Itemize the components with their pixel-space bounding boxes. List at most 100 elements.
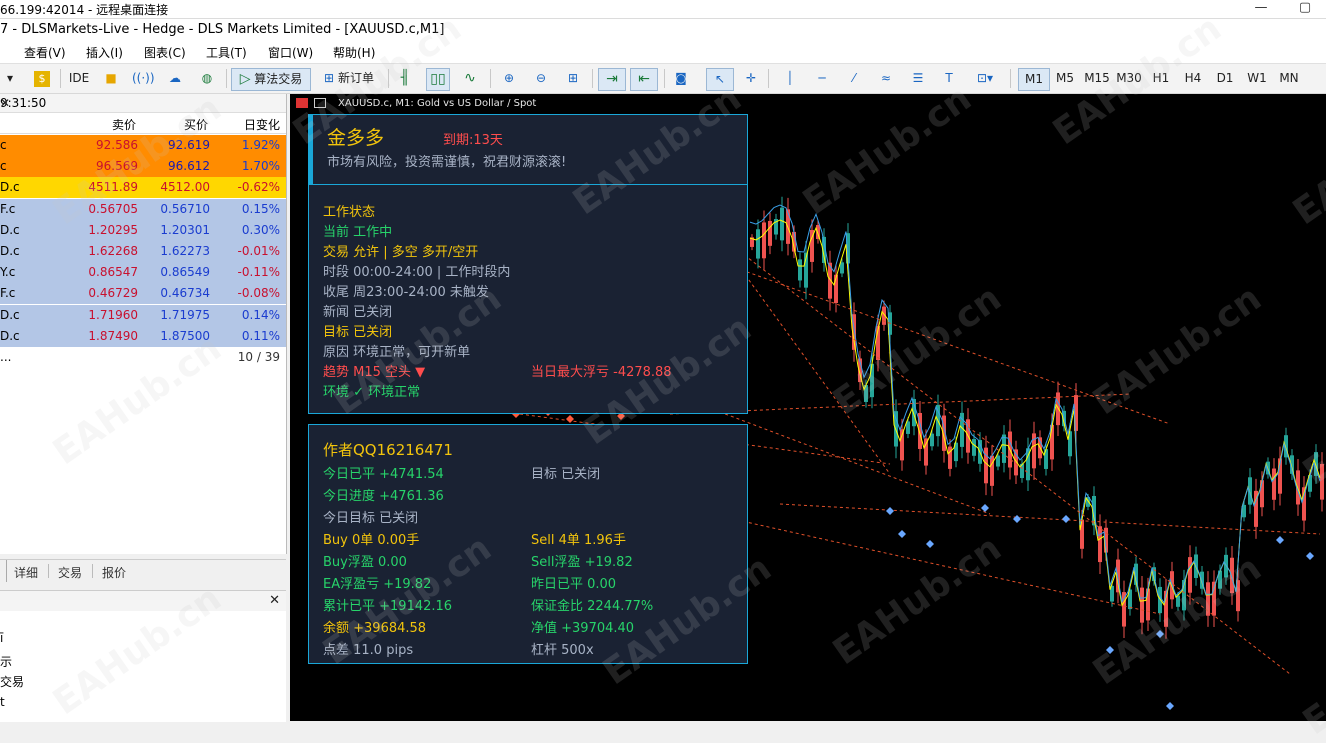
equity: 净值 +39704.40 <box>531 621 635 636</box>
tf-d1[interactable]: D1 <box>1210 68 1240 89</box>
market-row[interactable]: F.c 0.56705 0.56710 0.15% <box>0 198 286 221</box>
market-row[interactable]: D.c 1.87490 1.87500 0.11% <box>0 325 286 348</box>
tab-quotes[interactable]: 报价 <box>102 564 126 581</box>
line-chart-icon[interactable]: ∿ <box>458 68 482 89</box>
status-trade: 交易 允许 | 多空 多开/空开 <box>323 245 479 260</box>
crosshair-icon[interactable]: ✛ <box>740 68 762 89</box>
cell-ask: 1.62273 <box>160 244 210 258</box>
dollar-icon[interactable]: $ <box>32 68 52 89</box>
tab-details[interactable]: 详细 <box>14 564 38 581</box>
menu-window[interactable]: 窗口(W) <box>268 44 313 61</box>
candlestick-icon[interactable]: ▯▯ <box>426 68 450 91</box>
close-icon[interactable]: ✕ <box>0 96 280 110</box>
cell-sym: D.c <box>0 328 20 343</box>
status-news: 新闻 已关闭 <box>323 305 393 320</box>
autoscroll-icon[interactable]: ⇥ <box>598 68 626 91</box>
market-watch-footer: ... 10 / 39 <box>0 348 286 366</box>
symbol-count: 10 / 39 <box>237 350 280 364</box>
tf-mn[interactable]: MN <box>1274 68 1304 89</box>
col-bid[interactable]: 卖价 <box>80 116 136 133</box>
cell-chg: 0.11% <box>241 328 280 343</box>
algo-trading-label: 算法交易 <box>254 72 303 86</box>
cell-bid: 1.20295 <box>88 222 138 237</box>
menu-tools[interactable]: 工具(T) <box>206 44 247 61</box>
market-row[interactable]: D.c 1.20295 1.20301 0.30% <box>0 219 286 242</box>
menu-bar: 查看(V) 插入(I) 图表(C) 工具(T) 窗口(W) 帮助(H) <box>0 41 1326 64</box>
fibonacci-icon[interactable]: ☰ <box>906 68 930 89</box>
market-row[interactable]: D.c 1.71960 1.71975 0.14% <box>0 304 286 327</box>
nav-item[interactable]: 示 <box>0 653 12 670</box>
cell-ask: 0.56710 <box>160 201 210 216</box>
algo-trading-button[interactable]: ▷ 算法交易 <box>231 68 311 91</box>
shapes-icon[interactable]: ⊡▾ <box>968 68 1002 89</box>
cell-ask: 0.46734 <box>160 286 210 301</box>
nav-item[interactable]: t <box>0 695 5 709</box>
globe-icon[interactable]: ◍ <box>196 68 218 89</box>
signal-icon[interactable]: ((·)) <box>132 68 155 89</box>
buy-float: Buy浮盈 0.00 <box>323 555 407 570</box>
menu-chart[interactable]: 图表(C) <box>144 44 186 61</box>
menu-view[interactable]: 查看(V) <box>24 44 66 61</box>
cell-chg: -0.62% <box>237 180 280 195</box>
author: 作者QQ16216471 <box>323 441 453 459</box>
sell-orders: Sell 4单 1.96手 <box>531 533 626 548</box>
cell-ask: 0.86549 <box>160 265 210 280</box>
tf-m5[interactable]: M5 <box>1050 68 1080 89</box>
menu-help[interactable]: 帮助(H) <box>333 44 375 61</box>
yesterday-closed: 昨日已平 0.00 <box>531 577 617 592</box>
cell-sym: D.c <box>0 180 20 195</box>
cell-sym: D.c <box>0 222 20 237</box>
channel-icon[interactable]: ≈ <box>874 68 898 89</box>
trendline-icon[interactable]: ⁄ <box>842 68 866 89</box>
minimize-icon[interactable]: — <box>1246 0 1276 18</box>
market-row[interactable]: Y.c 0.86547 0.86549 -0.11% <box>0 262 286 285</box>
cell-chg: 0.14% <box>241 307 280 322</box>
target-2: 目标 已关闭 <box>531 467 601 482</box>
tile-windows-icon[interactable]: ⊞ <box>562 68 584 89</box>
market-row[interactable]: F.c 0.46729 0.46734 -0.08% <box>0 283 286 306</box>
zoom-in-icon[interactable]: ⊕ <box>498 68 520 89</box>
rdp-title: 66.199:42014 - 远程桌面连接 <box>0 3 169 17</box>
screenshot-icon[interactable]: ◙ <box>670 68 692 89</box>
nav-item[interactable]: 交易 <box>0 673 24 690</box>
market-watch-tabs: 详细 交易 报价 <box>0 559 286 584</box>
tab-trading[interactable]: 交易 <box>58 564 82 581</box>
cell-sym: Y.c <box>0 265 16 280</box>
sell-float: Sell浮盈 +19.82 <box>531 555 633 570</box>
cell-chg: -0.08% <box>237 286 280 301</box>
tf-m1[interactable]: M1 <box>1018 68 1050 91</box>
cell-ask: 4512.00 <box>160 180 210 195</box>
status-title: 工作状态 <box>323 205 376 220</box>
cell-chg: 1.92% <box>241 138 280 152</box>
market-row[interactable]: D.c 1.62268 1.62273 -0.01% <box>0 241 286 263</box>
cloud-icon[interactable]: ☁ <box>164 68 186 89</box>
market-watch-header: 9:31:50 ✕ <box>0 94 286 113</box>
chart-shift-icon[interactable]: ⇤ <box>630 68 658 91</box>
ea-slogan: 市场有风险，投资需谨慎，祝君财源滚滚! <box>327 155 567 170</box>
profile-dropdown-icon[interactable]: ▾ <box>0 68 20 89</box>
horizontal-line-icon[interactable]: ─ <box>810 68 834 89</box>
cell-chg: 0.30% <box>241 222 280 237</box>
bag-icon[interactable]: ■ <box>100 68 122 89</box>
window-title: 7 - DLSMarkets-Live - Hedge - DLS Market… <box>0 22 445 37</box>
cell-ask: 1.20301 <box>160 222 210 237</box>
navigator-header: ✕ <box>0 591 286 611</box>
today-target: 今日目标 已关闭 <box>323 511 419 526</box>
today-progress: 今日进度 +4761.36 <box>323 489 444 504</box>
tf-w1[interactable]: W1 <box>1242 68 1272 89</box>
menu-insert[interactable]: 插入(I) <box>86 44 123 61</box>
restore-icon[interactable]: ▢ <box>1290 0 1320 18</box>
more-symbols[interactable]: ... <box>0 350 11 364</box>
close-icon[interactable]: ✕ <box>269 593 280 608</box>
ide-button[interactable]: IDE <box>66 68 92 89</box>
cell-sym: F.c <box>0 286 16 301</box>
vertical-line-icon[interactable]: │ <box>780 68 800 89</box>
nav-item[interactable]: ī <box>0 631 3 645</box>
status-current: 当前 工作中 <box>323 225 393 240</box>
zoom-out-icon[interactable]: ⊖ <box>530 68 552 89</box>
buy-orders: Buy 0单 0.00手 <box>323 533 420 548</box>
cell-chg: -0.11% <box>237 265 280 280</box>
cell-bid: 0.86547 <box>88 265 138 280</box>
ea-expiry: 到期:13天 <box>443 133 503 148</box>
status-period: 时段 00:00-24:00 | 工作时段内 <box>323 265 511 280</box>
